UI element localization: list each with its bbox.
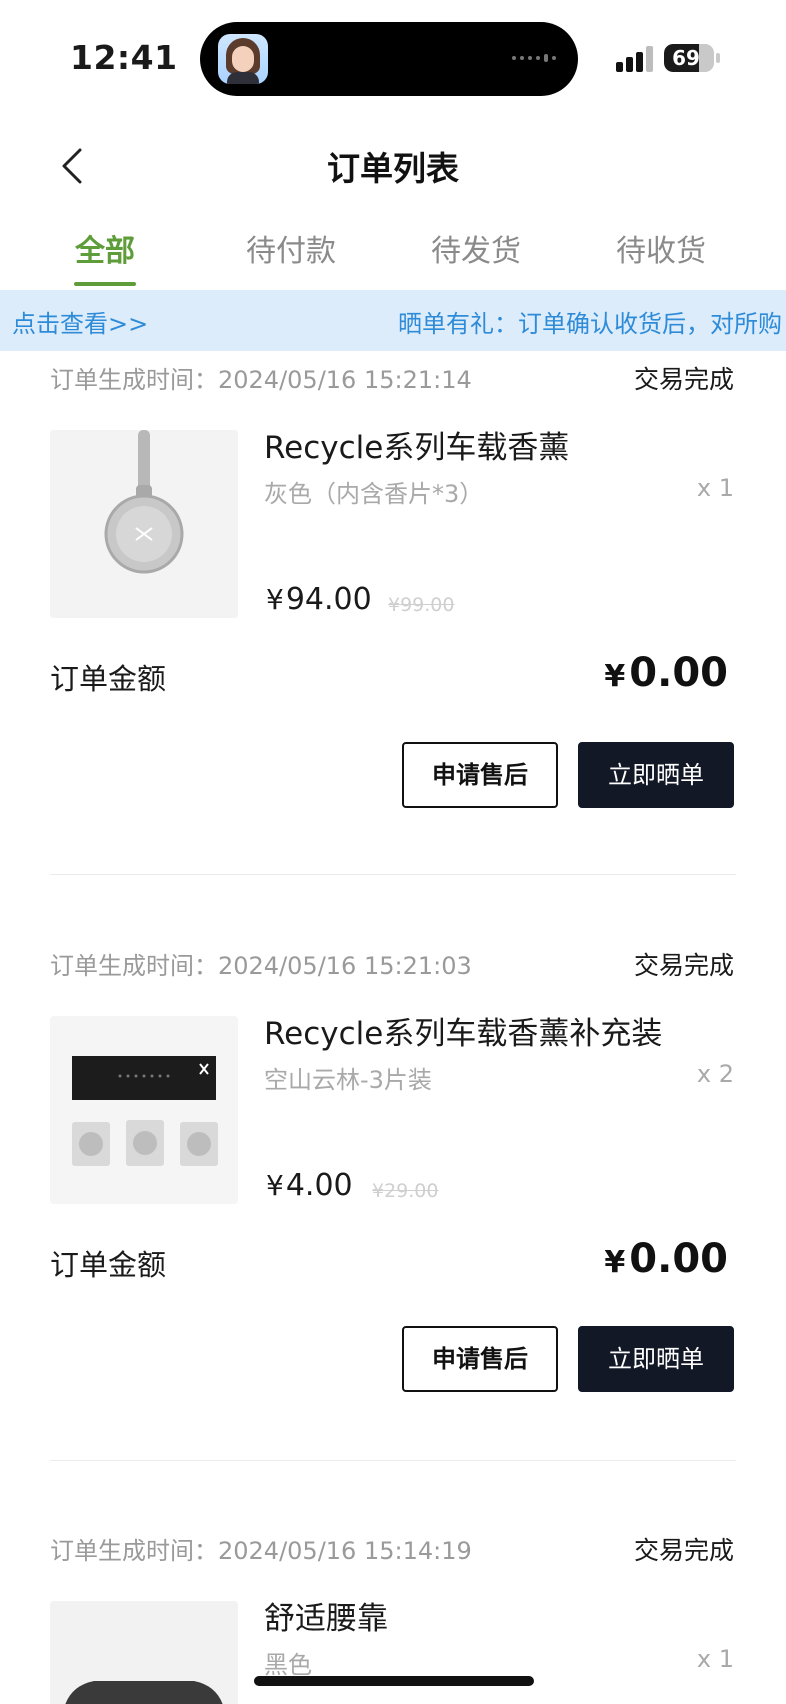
order-status: 交易完成: [633, 951, 734, 980]
share-review-button[interactable]: 立即晒单: [578, 742, 734, 808]
order-amount-label: 订单金额: [50, 1248, 167, 1282]
cellular-signal-icon: [616, 46, 656, 72]
order-time: 订单生成时间：2024/05/16 15:21:03: [50, 952, 472, 980]
banner-link[interactable]: 点击查看>>: [12, 304, 148, 339]
product-variant: 灰色（内含香片*3）: [264, 480, 484, 508]
product-image[interactable]: [50, 1601, 238, 1704]
avatar: [218, 34, 268, 84]
product-price: ¥94.00: [266, 582, 372, 617]
tab-pending-payment[interactable]: 待付款: [211, 226, 371, 270]
after-sale-button[interactable]: 申请售后: [402, 1326, 558, 1392]
order-time: 订单生成时间：2024/05/16 15:14:19: [50, 1537, 472, 1565]
order-list-screen: 12:41 69 订单列表 全部 待付款 待发货 待收货 点击查看>> 晒单有礼…: [0, 0, 786, 1704]
product-name[interactable]: Recycle系列车载香薰: [264, 422, 569, 467]
share-review-button[interactable]: 立即晒单: [578, 1326, 734, 1392]
order-status: 交易完成: [633, 1536, 734, 1565]
order-status: 交易完成: [633, 365, 734, 394]
status-time: 12:41: [70, 38, 178, 77]
product-name[interactable]: 舒适腰靠: [264, 1593, 388, 1638]
banner-marquee-text: 晒单有礼：订单确认收货后，对所购: [398, 310, 782, 338]
tab-pending-receipt[interactable]: 待收货: [581, 226, 741, 270]
product-image[interactable]: [50, 430, 238, 618]
product-price: ¥4.00: [266, 1168, 353, 1203]
home-indicator: [254, 1676, 534, 1686]
product-variant: 黑色: [264, 1651, 312, 1679]
status-bar: 12:41 69: [0, 0, 786, 110]
order-amount: ¥0.00: [604, 650, 728, 696]
audio-wave-icon: [512, 54, 556, 64]
order-divider: [50, 1460, 736, 1461]
product-variant: 空山云林-3片装: [264, 1066, 432, 1094]
chevron-left-icon[interactable]: [54, 146, 94, 186]
dynamic-island: [200, 22, 578, 96]
page-title: 订单列表: [327, 149, 459, 188]
order-tabs: 全部 待付款 待发货 待收货: [0, 220, 786, 290]
tab-active-indicator: [74, 282, 136, 286]
product-name[interactable]: Recycle系列车载香薰补充装: [264, 1008, 662, 1053]
product-quantity: x 2: [696, 1060, 734, 1088]
product-image[interactable]: [50, 1016, 238, 1204]
tab-all[interactable]: 全部: [25, 226, 185, 270]
original-price: ¥99.00: [388, 594, 455, 616]
original-price: ¥29.00: [372, 1180, 439, 1202]
product-quantity: x 1: [696, 474, 734, 502]
after-sale-button[interactable]: 申请售后: [402, 742, 558, 808]
nav-header: 订单列表: [0, 130, 786, 200]
battery-percent: 69: [672, 46, 700, 70]
order-divider: [50, 874, 736, 875]
order-time: 订单生成时间：2024/05/16 15:21:14: [50, 366, 472, 394]
promo-banner[interactable]: 点击查看>> 晒单有礼：订单确认收货后，对所购: [0, 290, 786, 351]
tab-pending-shipment[interactable]: 待发货: [396, 226, 556, 270]
battery-icon: 69: [664, 44, 714, 72]
order-amount: ¥0.00: [604, 1236, 728, 1282]
order-amount-label: 订单金额: [50, 662, 167, 696]
product-quantity: x 1: [696, 1645, 734, 1673]
